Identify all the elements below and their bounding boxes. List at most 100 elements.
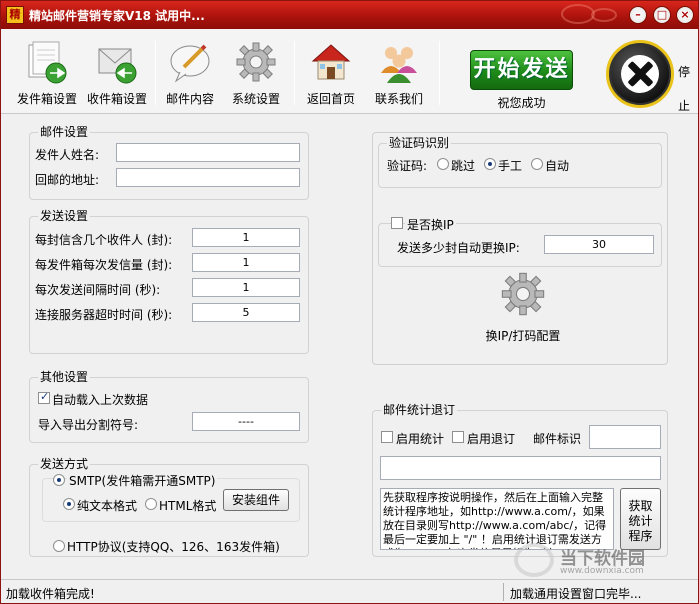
change-ip-checkbox[interactable]	[391, 217, 403, 229]
home-icon	[309, 39, 353, 85]
ip-count-input[interactable]: 30	[544, 235, 654, 254]
reply-to-label: 回邮的地址:	[35, 173, 100, 187]
status-bar: 加载收件箱完成! 加载通用设置窗口完毕...	[1, 579, 698, 603]
reply-to-input[interactable]	[116, 168, 300, 187]
stop-x-icon	[621, 55, 659, 93]
watermark: 当下软件园 www.downxia.com	[506, 541, 696, 581]
title-bar[interactable]: 精 精站邮件营销专家V18 试用中... – □ ×	[1, 1, 698, 29]
toolbar-label: 返回首页	[306, 92, 355, 106]
maximize-button[interactable]: □	[653, 6, 671, 24]
ip-config-button[interactable]: 换IP/打码配置	[463, 269, 583, 343]
install-component-button[interactable]: 安装组件	[223, 489, 289, 511]
group-title: 其他设置	[38, 370, 91, 384]
title-swirl-decoration-icon	[591, 8, 617, 22]
group-title: 邮件统计退订	[381, 403, 458, 417]
toolbar: 发件箱设置 收件箱设置 邮件内容 系统设置 返回首页 联系我们 开始发送 祝您成…	[1, 29, 698, 114]
html-format-label: HTML格式	[159, 499, 217, 513]
stop-button[interactable]	[606, 40, 674, 108]
send-interval-input[interactable]: 1	[192, 278, 300, 297]
watermark-logo-icon	[514, 543, 554, 577]
title-swirl-decoration-icon	[561, 4, 595, 24]
other-settings-group: 其他设置 自动载入上次数据 导入导出分割符号: ----	[29, 370, 309, 443]
send-setting-label: 每发件箱每次发信量 (封):	[35, 258, 173, 272]
stats-url-input[interactable]	[380, 456, 661, 480]
ip-count-label: 发送多少封自动更换IP:	[397, 241, 520, 255]
html-format-radio[interactable]	[145, 498, 157, 510]
toolbar-label: 联系我们	[374, 92, 423, 106]
captcha-group: 验证码识别 验证码: 跳过 手工 自动	[378, 136, 662, 188]
outbox-settings-button[interactable]: 发件箱设置	[12, 39, 82, 111]
autoload-checkbox[interactable]	[38, 390, 50, 404]
enable-unsub-checkbox[interactable]	[452, 431, 464, 443]
change-ip-label: 是否换IP	[405, 216, 456, 233]
outbox-settings-icon	[25, 39, 69, 85]
status-separator	[503, 583, 504, 601]
sender-name-input[interactable]	[116, 143, 300, 162]
close-button[interactable]: ×	[676, 6, 694, 24]
toolbar-separator	[294, 41, 295, 105]
captcha-label: 验证码:	[387, 159, 428, 173]
group-title: 发送设置	[38, 209, 91, 223]
inbox-settings-button[interactable]: 收件箱设置	[83, 39, 151, 111]
separator-label: 导入导出分割符号:	[38, 418, 139, 432]
separator-input[interactable]: ----	[192, 412, 300, 431]
minimize-button[interactable]: –	[629, 6, 647, 24]
send-method-group: 发送方式 SMTP(发件箱需开通SMTP) 纯文本格式 HTML格式 安装组件 …	[29, 457, 309, 557]
start-send-button[interactable]: 开始发送	[470, 50, 573, 90]
toolbar-separator	[155, 41, 156, 105]
window-title: 精站邮件营销专家V18 试用中...	[29, 9, 205, 23]
http-label: HTTP协议(支持QQ、126、163发件箱)	[67, 540, 280, 554]
mail-settings-group: 邮件设置 发件人姓名: 回邮的地址:	[29, 125, 309, 200]
server-timeout-input[interactable]: 5	[192, 303, 300, 322]
sender-name-label: 发件人姓名:	[35, 148, 100, 162]
ip-config-gear-icon	[501, 272, 545, 316]
plain-text-label: 纯文本格式	[77, 499, 138, 513]
group-title: 发送方式	[38, 457, 91, 471]
toolbar-label: 邮件内容	[165, 92, 214, 106]
toolbar-label: 系统设置	[231, 92, 280, 106]
main-window: 精 精站邮件营销专家V18 试用中... – □ × 发件箱设置 收件箱设置 邮…	[0, 0, 699, 604]
gear-icon	[234, 39, 278, 85]
toolbar-separator	[439, 41, 440, 105]
http-radio[interactable]	[53, 540, 65, 552]
mail-tag-input[interactable]	[589, 425, 661, 449]
captcha-option-label: 手工	[498, 159, 523, 173]
mail-content-button[interactable]: 邮件内容	[157, 39, 223, 111]
ip-change-group: 是否换IP 发送多少封自动更换IP: 30	[378, 216, 662, 267]
captcha-option-label: 自动	[545, 159, 570, 173]
home-button[interactable]: 返回首页	[298, 39, 364, 111]
mail-tag-label: 邮件标识	[533, 432, 582, 446]
captcha-auto-radio[interactable]	[531, 158, 543, 170]
send-settings-group: 发送设置 每封信含几个收件人 (封): 1 每发件箱每次发信量 (封): 1 每…	[29, 209, 309, 354]
mail-content-icon	[168, 39, 212, 85]
recipients-per-mail-input[interactable]: 1	[192, 228, 300, 247]
contact-us-button[interactable]: 联系我们	[366, 39, 432, 111]
smtp-radio[interactable]	[53, 474, 65, 486]
stop-label: 停止	[678, 65, 691, 113]
status-right-text: 加载通用设置窗口完毕...	[510, 587, 642, 601]
inbox-settings-icon	[95, 39, 139, 85]
captcha-skip-radio[interactable]	[437, 158, 449, 170]
status-left-text: 加载收件箱完成!	[6, 587, 95, 601]
enable-stats-checkbox[interactable]	[381, 431, 393, 443]
send-setting-label: 每封信含几个收件人 (封):	[35, 233, 173, 247]
enable-unsub-label: 启用退订	[467, 432, 516, 446]
group-title: 邮件设置	[38, 125, 91, 139]
plain-text-radio[interactable]	[63, 498, 75, 510]
enable-stats-label: 启用统计	[396, 432, 445, 446]
captcha-ip-panel: 验证码识别 验证码: 跳过 手工 自动 是否换IP 发送多少封自动更换IP: 3…	[372, 132, 668, 365]
toolbar-label: 发件箱设置	[16, 92, 77, 106]
ip-config-label: 换IP/打码配置	[485, 329, 561, 343]
system-settings-button[interactable]: 系统设置	[223, 39, 289, 111]
captcha-option-label: 跳过	[451, 159, 476, 173]
app-logo-icon: 精	[6, 6, 24, 24]
stats-group: 邮件统计退订 启用统计 启用退订 邮件标识 先获取程序按说明操作，然后在上面输入…	[372, 403, 668, 557]
toolbar-label: 收件箱设置	[86, 92, 147, 106]
group-title: 验证码识别	[387, 136, 452, 150]
smtp-label: SMTP(发件箱需开通SMTP)	[67, 472, 218, 489]
captcha-manual-radio[interactable]	[484, 158, 496, 170]
mails-per-outbox-input[interactable]: 1	[192, 253, 300, 272]
start-status-text: 祝您成功	[497, 96, 546, 110]
send-setting-label: 连接服务器超时时间 (秒):	[35, 308, 173, 322]
autoload-label: 自动载入上次数据	[52, 393, 149, 407]
